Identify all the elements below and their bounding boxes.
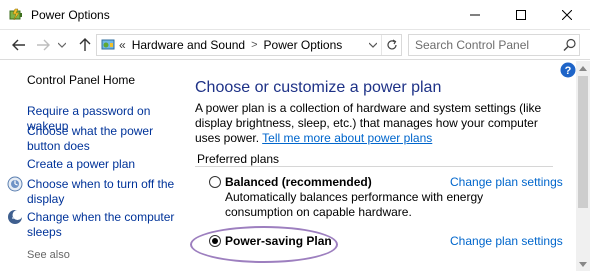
minimize-icon: [470, 14, 480, 16]
close-icon: [562, 10, 572, 20]
search-icon[interactable]: [563, 38, 577, 52]
back-button[interactable]: [10, 36, 28, 54]
scroll-up-button[interactable]: [576, 61, 590, 75]
radio-balanced[interactable]: [209, 176, 221, 188]
change-plan-settings-balanced-link[interactable]: Change plan settings: [450, 175, 563, 189]
address-dropdown-button[interactable]: [365, 35, 381, 55]
chevron-down-icon: [579, 261, 587, 267]
forward-button[interactable]: [34, 36, 52, 54]
section-label: Preferred plans: [197, 152, 280, 166]
title-bar: Power Options: [0, 0, 590, 30]
breadcrumb: « Hardware and Sound > Power Options: [119, 38, 342, 52]
see-also-label: See also: [27, 249, 70, 261]
breadcrumb-power-options[interactable]: Power Options: [264, 38, 343, 52]
scroll-thumb[interactable]: [578, 76, 588, 208]
search-box[interactable]: [408, 34, 580, 56]
section-divider: [195, 166, 553, 167]
vertical-scrollbar[interactable]: [576, 61, 590, 271]
power-options-icon: [9, 7, 25, 23]
maximize-icon: [516, 10, 526, 20]
control-panel-home-link[interactable]: Control Panel Home: [27, 73, 135, 87]
minimize-button[interactable]: [452, 0, 498, 30]
highlight-ellipse: [190, 226, 338, 263]
chevron-down-icon: [58, 42, 66, 48]
plan-description-balanced: Automatically balances performance with …: [225, 190, 484, 219]
svg-text:?: ?: [565, 65, 572, 77]
preferred-plans-section: Preferred plans: [195, 152, 553, 167]
refresh-button[interactable]: [381, 35, 401, 55]
chevron-up-icon: [579, 65, 587, 71]
scroll-down-button[interactable]: [576, 257, 590, 271]
page-description: A power plan is a collection of hardware…: [195, 101, 561, 146]
page-title: Choose or customize a power plan: [195, 79, 442, 96]
arrow-up-icon: [79, 38, 91, 51]
recent-locations-button[interactable]: [56, 36, 68, 54]
arrow-left-icon: [12, 39, 25, 51]
search-input[interactable]: [409, 35, 559, 55]
address-bar[interactable]: « Hardware and Sound > Power Options: [96, 34, 402, 56]
arrow-right-icon: [37, 39, 50, 51]
chevron-down-icon: [369, 42, 377, 48]
main-content: ? Choose or customize a power plan A pow…: [180, 61, 576, 271]
refresh-icon: [386, 39, 397, 50]
navigation-bar: « Hardware and Sound > Power Options: [0, 30, 590, 60]
breadcrumb-hardware-and-sound[interactable]: Hardware and Sound: [132, 38, 245, 52]
plan-name-balanced[interactable]: Balanced (recommended): [225, 175, 372, 189]
moon-icon: [7, 209, 23, 225]
up-button[interactable]: [76, 36, 94, 54]
sidebar-item-power-button[interactable]: Choose what the power button does: [27, 124, 177, 154]
sidebar-item-create-plan[interactable]: Create a power plan: [27, 157, 177, 172]
learn-more-link[interactable]: Tell me more about power plans: [262, 131, 432, 145]
breadcrumb-separator[interactable]: >: [251, 39, 257, 51]
help-icon[interactable]: ?: [560, 62, 576, 78]
window-title: Power Options: [31, 8, 110, 22]
control-panel-icon: [101, 38, 117, 52]
sidebar-item-computer-sleeps[interactable]: Change when the computer sleeps: [27, 210, 177, 240]
breadcrumb-overflow[interactable]: «: [119, 38, 126, 52]
display-icon: [7, 176, 23, 192]
change-plan-settings-power-saving-link[interactable]: Change plan settings: [450, 234, 563, 248]
sidebar-item-turn-off-display[interactable]: Choose when to turn off the display: [27, 177, 177, 207]
maximize-button[interactable]: [498, 0, 544, 30]
close-button[interactable]: [544, 0, 590, 30]
left-pane: Control Panel Home Require a password on…: [0, 61, 180, 271]
